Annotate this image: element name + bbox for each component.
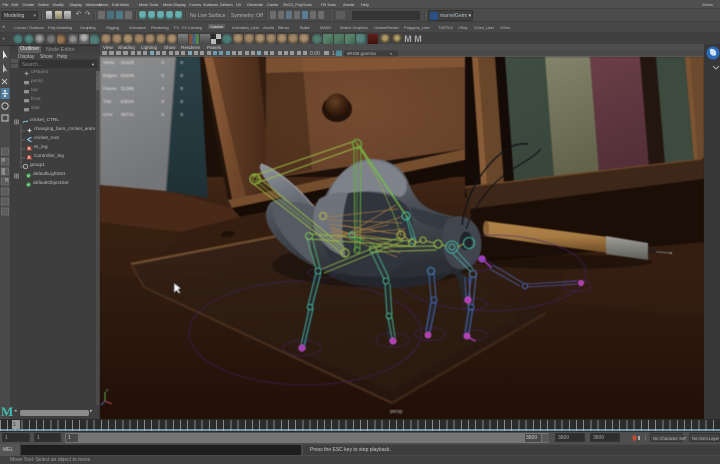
svg-text:y: y — [106, 387, 108, 392]
svg-text:Verts:: Verts: — [103, 60, 115, 66]
svg-text:0: 0 — [161, 73, 164, 79]
svg-text:sRGB gamma: sRGB gamma — [347, 51, 376, 56]
svg-text:0: 0 — [161, 86, 164, 92]
svg-text:0: 0 — [180, 99, 183, 105]
svg-text:Faces:: Faces: — [103, 86, 117, 92]
svg-text:Tris:: Tris: — [103, 99, 112, 105]
svg-text:Edges:: Edges: — [103, 73, 118, 79]
svg-text:0: 0 — [180, 60, 183, 66]
svg-text:31396: 31396 — [121, 86, 135, 92]
svg-text:0: 0 — [180, 112, 183, 118]
svg-text:UVs:: UVs: — [103, 112, 113, 118]
svg-text:0: 0 — [161, 60, 164, 66]
svg-text:38731: 38731 — [121, 112, 135, 118]
svg-text:0: 0 — [161, 112, 164, 118]
svg-text:63034: 63034 — [121, 99, 135, 105]
svg-text:persp: persp — [390, 409, 403, 415]
svg-text:0: 0 — [161, 99, 164, 105]
svg-text:0: 0 — [180, 86, 183, 92]
svg-text:0: 0 — [180, 73, 183, 79]
svg-text:63105: 63105 — [121, 73, 135, 79]
svg-text:▾: ▾ — [390, 51, 392, 56]
svg-text:32425: 32425 — [121, 60, 135, 66]
